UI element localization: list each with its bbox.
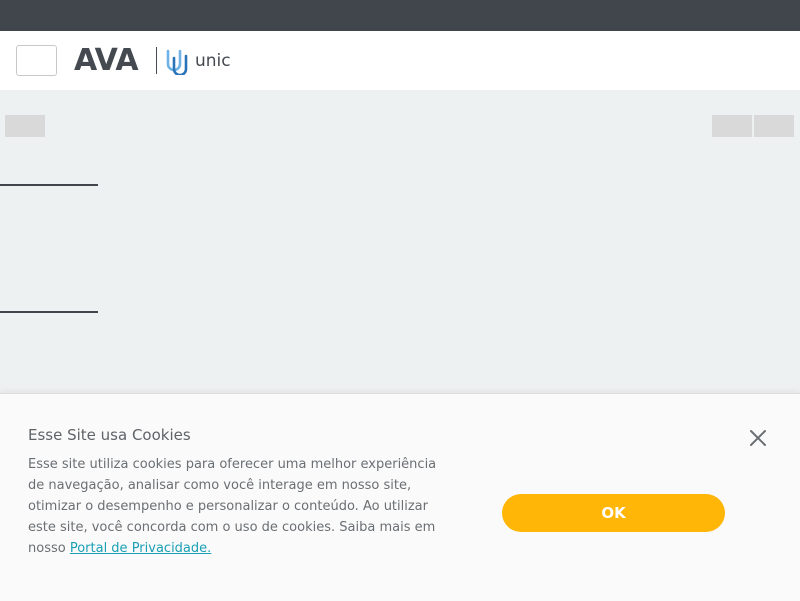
cookie-banner: Esse Site usa Cookies Esse site utiliza …: [0, 393, 800, 601]
cookie-banner-text: Esse site utiliza cookies para oferecer …: [28, 454, 448, 559]
ava-logo[interactable]: AVA: [74, 41, 139, 81]
divider-line-1: [0, 184, 98, 186]
menu-button[interactable]: [16, 45, 57, 76]
placeholder-block-right-2: [754, 115, 794, 137]
main-content: [0, 90, 800, 393]
cookie-banner-title: Esse Site usa Cookies: [28, 426, 191, 444]
top-bar: [0, 0, 800, 31]
site-header: AVA unic: [0, 31, 800, 90]
placeholder-block-right-1: [712, 115, 752, 137]
close-icon[interactable]: [746, 426, 770, 450]
unic-logo-icon: [166, 49, 188, 75]
logo-divider: [156, 47, 157, 74]
ok-button[interactable]: OK: [502, 494, 725, 532]
divider-line-2: [0, 311, 98, 313]
placeholder-block-left: [5, 115, 45, 137]
unic-brand-text: unic: [195, 51, 231, 71]
privacy-portal-link[interactable]: Portal de Privacidade.: [70, 541, 211, 556]
